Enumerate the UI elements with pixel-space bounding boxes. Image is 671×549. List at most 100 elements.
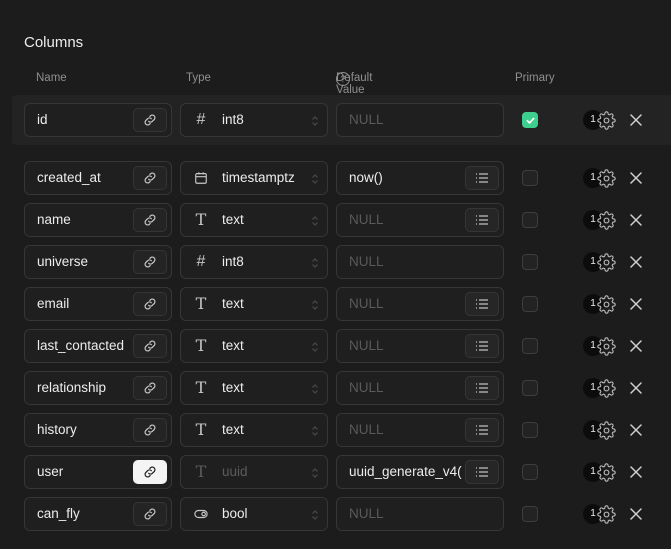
suggestions-button[interactable] [465,334,499,358]
column-name-input[interactable]: universe [24,245,172,279]
chevron-up-down-icon [311,340,319,352]
column-type-select[interactable]: # int8 [180,103,328,137]
column-name-input[interactable]: user [24,455,172,489]
gear-icon[interactable] [597,111,616,130]
gear-icon[interactable] [597,463,616,482]
column-name-text: id [37,112,48,127]
column-name-text: email [37,296,70,311]
foreign-key-link-button[interactable] [133,460,167,484]
default-value-placeholder: NULL [349,338,384,353]
primary-key-checkbox[interactable] [522,338,538,354]
foreign-key-link-button[interactable] [133,334,167,358]
column-name-input[interactable]: created_at [24,161,172,195]
column-name-input[interactable]: history [24,413,172,447]
column-name-input[interactable]: last_contacted [24,329,172,363]
default-value-text: now() [349,170,383,185]
column-row: created_at timestamptz now() 1 [0,161,671,195]
foreign-key-link-button[interactable] [133,208,167,232]
primary-key-checkbox[interactable] [522,464,538,480]
column-type-text: text [222,212,244,227]
primary-key-checkbox[interactable] [522,422,538,438]
close-icon[interactable] [629,339,643,353]
suggestions-button[interactable] [465,208,499,232]
column-headers: Name Type Default Value ? Primary [0,72,671,96]
column-row: last_contacted Ttext NULL 1 [0,329,671,363]
column-name-input[interactable]: can_fly [24,497,172,531]
primary-key-checkbox[interactable] [522,380,538,396]
default-value-input[interactable]: NULL [336,287,504,321]
column-name-text: created_at [37,170,101,185]
column-type-select[interactable]: # int8 [180,245,328,279]
suggestions-button[interactable] [465,292,499,316]
default-value-input[interactable]: uuid_generate_v4( [336,455,504,489]
close-icon[interactable] [629,113,643,127]
suggestions-button[interactable] [465,460,499,484]
default-value-input[interactable]: NULL [336,203,504,237]
foreign-key-link-button[interactable] [133,376,167,400]
default-value-placeholder: NULL [349,254,384,269]
column-type-select[interactable]: Ttext [180,371,328,405]
column-type-select[interactable]: Ttext [180,287,328,321]
default-value-input[interactable]: NULL [336,103,504,137]
default-value-input[interactable]: now() [336,161,504,195]
gear-icon[interactable] [597,169,616,188]
column-name-input[interactable]: name [24,203,172,237]
header-name: Name [36,72,67,84]
text-type-icon: T [195,336,207,355]
primary-key-checkbox[interactable] [522,170,538,186]
default-value-input[interactable]: NULL [336,329,504,363]
gear-icon[interactable] [597,379,616,398]
default-value-input[interactable]: NULL [336,245,504,279]
primary-key-checkbox[interactable] [522,254,538,270]
primary-key-checkbox[interactable] [522,296,538,312]
column-type-select[interactable]: Ttext [180,203,328,237]
column-type-text: int8 [222,112,244,127]
close-icon[interactable] [629,297,643,311]
suggestions-button[interactable] [465,418,499,442]
foreign-key-link-button[interactable] [133,502,167,526]
help-icon[interactable]: ? [336,72,350,86]
gear-icon[interactable] [597,253,616,272]
primary-key-checkbox[interactable] [522,212,538,228]
gear-icon[interactable] [597,421,616,440]
header-type: Type [186,72,211,84]
link-icon [143,465,157,479]
column-type-select[interactable]: bool [180,497,328,531]
close-icon[interactable] [629,507,643,521]
suggestions-button[interactable] [465,376,499,400]
column-name-input[interactable]: id [24,103,172,137]
foreign-key-link-button[interactable] [133,108,167,132]
foreign-key-link-button[interactable] [133,418,167,442]
text-type-icon: T [195,210,207,229]
column-type-select[interactable]: Tuuid [180,455,328,489]
close-icon[interactable] [629,213,643,227]
gear-icon[interactable] [597,295,616,314]
gear-icon[interactable] [597,337,616,356]
close-icon[interactable] [629,171,643,185]
close-icon[interactable] [629,465,643,479]
close-icon[interactable] [629,381,643,395]
suggestions-button[interactable] [465,166,499,190]
primary-key-checkbox[interactable] [522,506,538,522]
foreign-key-link-button[interactable] [133,292,167,316]
close-icon[interactable] [629,423,643,437]
column-type-select[interactable]: Ttext [180,413,328,447]
gear-icon[interactable] [597,211,616,230]
close-icon[interactable] [629,255,643,269]
link-icon [143,423,157,437]
column-name-input[interactable]: relationship [24,371,172,405]
hash-icon: # [196,253,206,270]
default-value-input[interactable]: NULL [336,371,504,405]
primary-key-checkbox[interactable] [522,112,538,128]
column-row: history Ttext NULL 1 [0,413,671,447]
default-value-input[interactable]: NULL [336,497,504,531]
foreign-key-link-button[interactable] [133,166,167,190]
column-name-text: history [37,422,77,437]
column-type-select[interactable]: Ttext [180,329,328,363]
gear-icon[interactable] [597,505,616,524]
foreign-key-link-button[interactable] [133,250,167,274]
column-type-select[interactable]: timestamptz [180,161,328,195]
column-name-input[interactable]: email [24,287,172,321]
link-icon [143,171,157,185]
default-value-input[interactable]: NULL [336,413,504,447]
